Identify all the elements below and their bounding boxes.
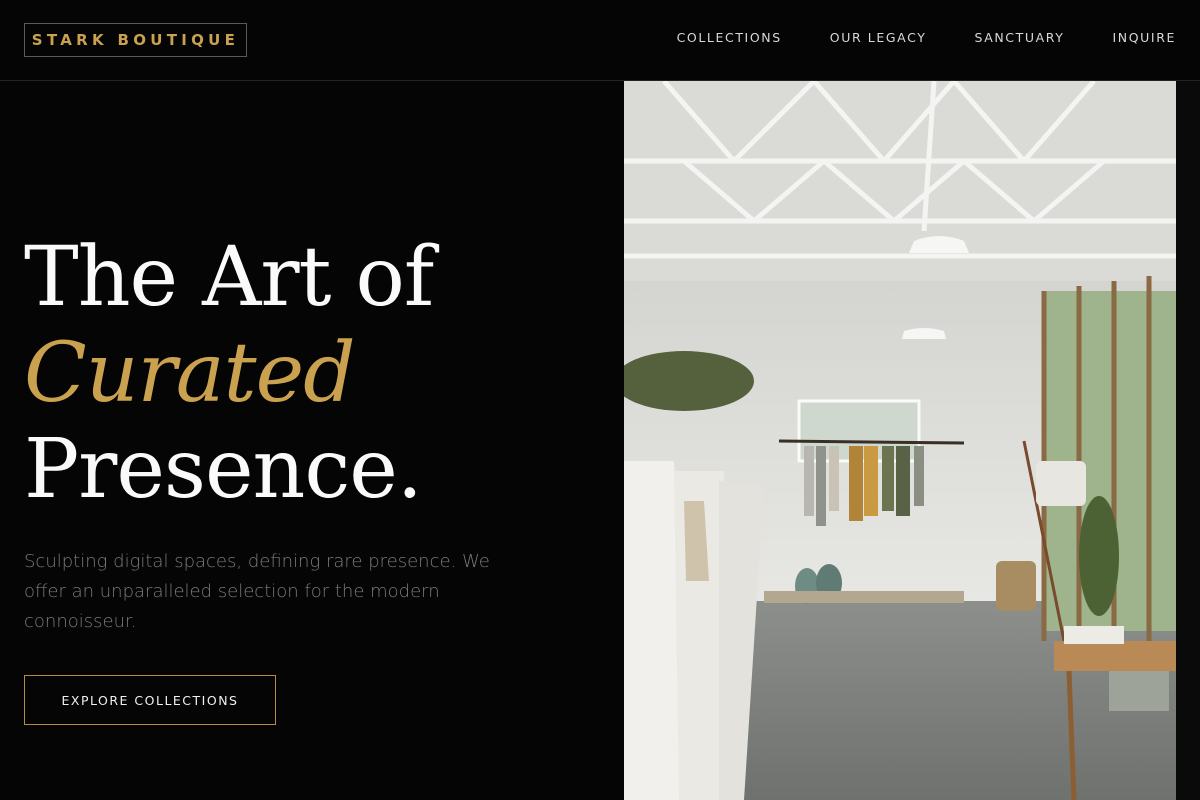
- headline-line-3: Presence.: [24, 422, 423, 517]
- nav-link-collections[interactable]: COLLECTIONS: [677, 30, 782, 45]
- brand-logo[interactable]: STARK BOUTIQUE: [24, 23, 247, 57]
- boutique-interior-photo: [624, 81, 1176, 800]
- hero-photo-edge: [1176, 81, 1200, 800]
- main-nav: COLLECTIONS OUR LEGACY SANCTUARY INQUIRE: [677, 30, 1176, 45]
- nav-link-our-legacy[interactable]: OUR LEGACY: [830, 30, 927, 45]
- explore-collections-button[interactable]: EXPLORE COLLECTIONS: [24, 675, 276, 725]
- hero-subtitle: Sculpting digital spaces, defining rare …: [24, 551, 490, 632]
- nav-link-sanctuary[interactable]: SANCTUARY: [974, 30, 1064, 45]
- hero-headline: The Art of Curated Presence.: [24, 230, 434, 518]
- site-header: STARK BOUTIQUE COLLECTIONS OUR LEGACY SA…: [0, 0, 1200, 81]
- headline-line-1: The Art of: [24, 230, 434, 325]
- headline-accent: Curated: [24, 326, 356, 421]
- nav-link-inquire[interactable]: INQUIRE: [1113, 30, 1177, 45]
